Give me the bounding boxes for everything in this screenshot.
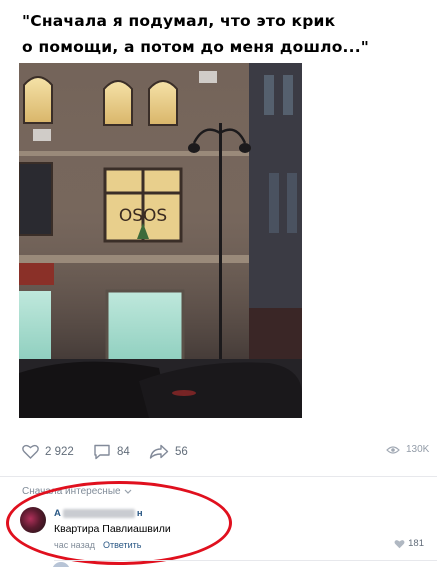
comment-bubble-icon: [94, 444, 110, 460]
meme-caption: "Сначала я подумал, что это крик о помощ…: [22, 8, 370, 60]
share-count: 56: [175, 445, 188, 458]
red-circle-annotation: [6, 481, 232, 565]
avatar[interactable]: [52, 562, 70, 567]
view-count: 130K: [406, 444, 430, 455]
building-photo: OSOS: [19, 63, 302, 418]
caption-line-1: "Сначала я подумал, что это крик: [22, 12, 336, 30]
heart-icon: [22, 444, 39, 459]
comment-divider: [54, 560, 437, 561]
comment-like-button[interactable]: 181: [394, 538, 424, 549]
comment-like-count: 181: [408, 538, 424, 549]
heart-icon: [394, 539, 405, 548]
eye-icon: [386, 445, 400, 454]
comment-count: 84: [117, 446, 130, 458]
views-counter: 130K: [386, 444, 429, 455]
like-count: 2 922: [45, 445, 74, 458]
post-photo[interactable]: OSOS: [19, 63, 302, 418]
actions-divider: [0, 476, 437, 477]
comment-button[interactable]: 84: [93, 444, 130, 460]
share-button[interactable]: 56: [149, 444, 188, 459]
caption-line-2: о помощи, а потом до меня дошло...": [22, 38, 370, 56]
post-actions: 2 922 84 56 130K: [0, 438, 437, 472]
share-arrow-icon: [149, 444, 169, 459]
like-button[interactable]: 2 922: [22, 444, 74, 459]
